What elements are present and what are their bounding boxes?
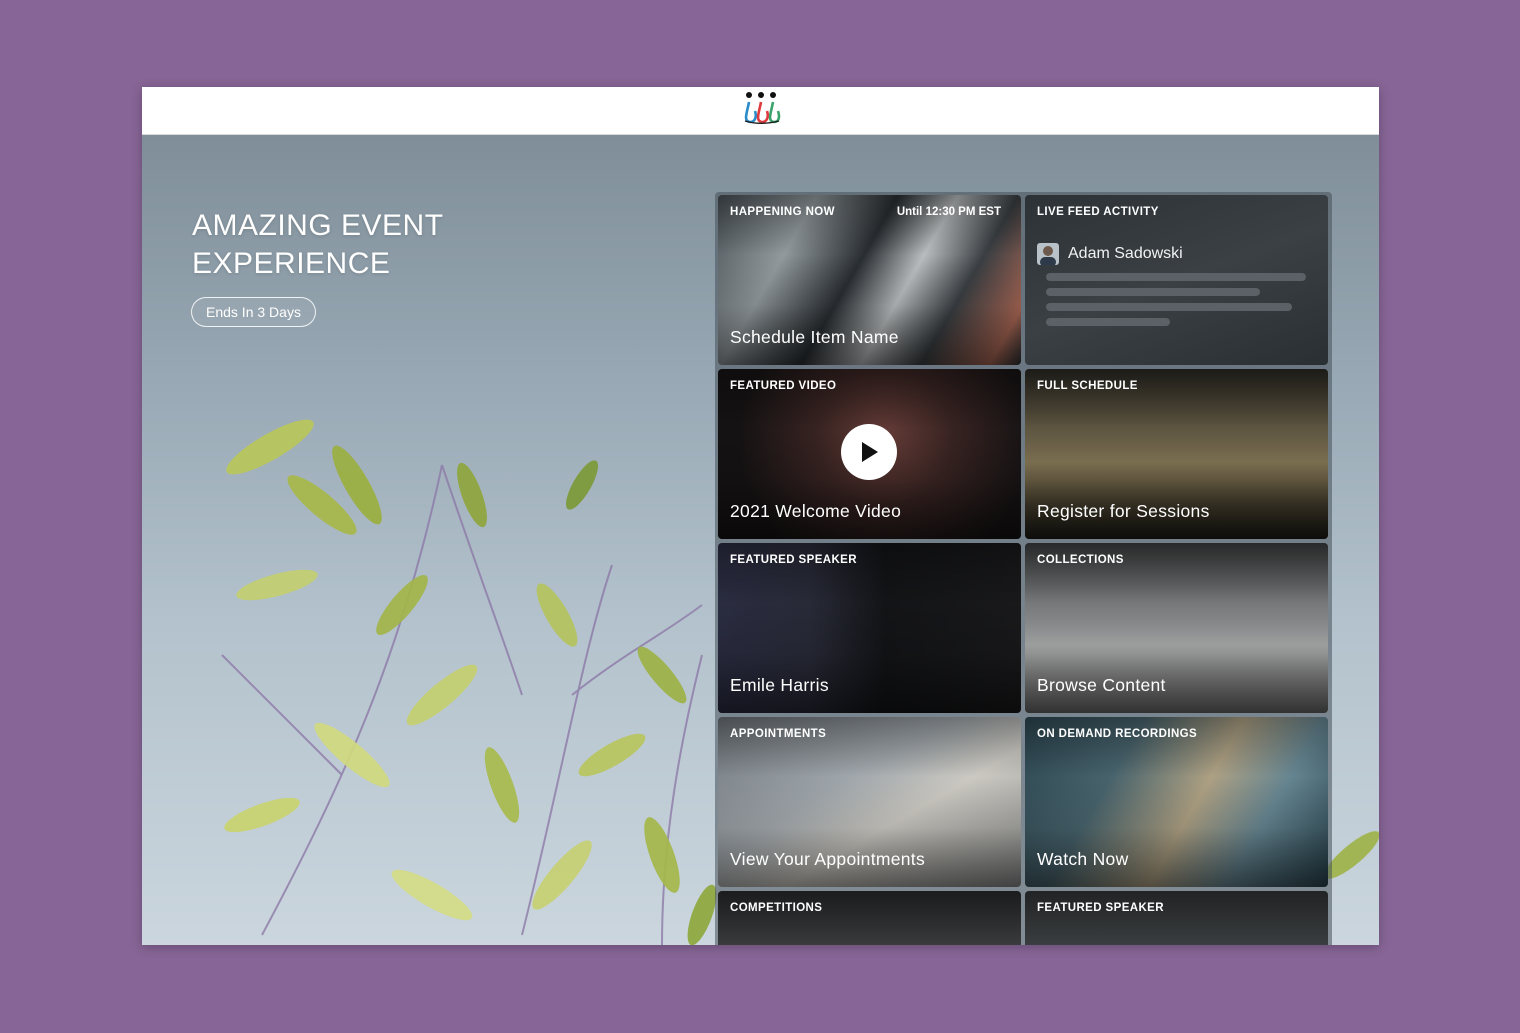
- tile-title: Register for Sessions: [1037, 501, 1210, 521]
- feed-text-placeholder: [1046, 273, 1306, 333]
- tile-on-demand-recordings[interactable]: ON DEMAND RECORDINGS Watch Now: [1025, 717, 1328, 887]
- tile-title: Emile Harris: [730, 675, 829, 695]
- play-button[interactable]: [841, 424, 897, 480]
- tile-featured-speaker-2[interactable]: FEATURED SPEAKER: [1025, 891, 1328, 945]
- tile-label: COMPETITIONS: [730, 902, 823, 914]
- tile-time-meta: Until 12:30 PM EST: [896, 206, 1001, 218]
- tile-label: FEATURED VIDEO: [730, 380, 837, 392]
- tile-label: FULL SCHEDULE: [1037, 380, 1138, 392]
- feed-user-name: Adam Sadowski: [1068, 245, 1183, 262]
- tile-full-schedule[interactable]: FULL SCHEDULE Register for Sessions: [1025, 369, 1328, 539]
- tile-label: FEATURED SPEAKER: [1037, 902, 1164, 914]
- tile-title: Watch Now: [1037, 849, 1129, 869]
- tiles-grid: HAPPENING NOW Until 12:30 PM EST Schedul…: [718, 195, 1328, 945]
- tile-collections[interactable]: COLLECTIONS Browse Content: [1025, 543, 1328, 713]
- tile-label: LIVE FEED ACTIVITY: [1037, 206, 1159, 218]
- brand-logo-icon[interactable]: [741, 91, 781, 130]
- tile-competitions[interactable]: COMPETITIONS: [718, 891, 1021, 945]
- tile-title: Browse Content: [1037, 675, 1166, 695]
- tile-live-feed-activity[interactable]: LIVE FEED ACTIVITY Adam Sadowski: [1025, 195, 1328, 365]
- tile-label: ON DEMAND RECORDINGS: [1037, 728, 1198, 740]
- tiles-panel: HAPPENING NOW Until 12:30 PM EST Schedul…: [715, 192, 1332, 945]
- tile-label: COLLECTIONS: [1037, 554, 1124, 566]
- hero-section: AMAZING EVENT EXPERIENCE Ends In 3 Days …: [142, 135, 1379, 945]
- page-title: AMAZING EVENT EXPERIENCE: [192, 209, 443, 280]
- tile-appointments[interactable]: APPOINTMENTS View Your Appointments: [718, 717, 1021, 887]
- tile-label: HAPPENING NOW: [730, 206, 835, 218]
- tile-label: APPOINTMENTS: [730, 728, 827, 740]
- tile-happening-now[interactable]: HAPPENING NOW Until 12:30 PM EST Schedul…: [718, 195, 1021, 365]
- feed-entry[interactable]: Adam Sadowski: [1037, 243, 1183, 265]
- avatar: [1037, 243, 1059, 265]
- ends-in-badge[interactable]: Ends In 3 Days: [191, 297, 316, 327]
- tile-featured-video[interactable]: FEATURED VIDEO 2021 Welcome Video: [718, 369, 1021, 539]
- tile-featured-speaker[interactable]: FEATURED SPEAKER Emile Harris: [718, 543, 1021, 713]
- tile-title: View Your Appointments: [730, 849, 926, 869]
- play-icon: [862, 442, 878, 462]
- tile-title: 2021 Welcome Video: [730, 501, 902, 521]
- app-window: AMAZING EVENT EXPERIENCE Ends In 3 Days …: [142, 87, 1379, 945]
- top-bar: [142, 87, 1379, 135]
- tile-title: Schedule Item Name: [730, 327, 899, 347]
- tile-label: FEATURED SPEAKER: [730, 554, 857, 566]
